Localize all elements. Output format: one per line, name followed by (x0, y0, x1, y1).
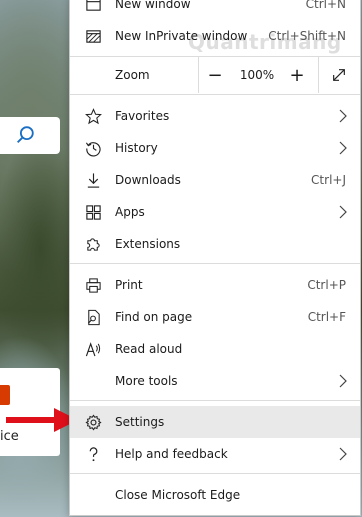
menu-item-label: Settings (115, 415, 165, 429)
menu-item-print[interactable]: Print Ctrl+P (70, 269, 360, 301)
menu-divider (70, 263, 360, 264)
inprivate-window-icon (84, 27, 102, 45)
menu-item-label: New InPrivate window (115, 29, 248, 43)
search-box[interactable] (0, 117, 60, 154)
zoom-out-button[interactable]: − (202, 57, 228, 93)
search-icon[interactable] (14, 124, 36, 146)
menu-item-zoom: Zoom − 100% + (70, 57, 360, 93)
menu-item-new-inprivate-window[interactable]: New InPrivate window Ctrl+Shift+N (70, 20, 360, 52)
question-icon (84, 445, 102, 463)
menu-item-label: History (115, 141, 158, 155)
zoom-label: Zoom (115, 68, 150, 82)
menu-item-new-window[interactable]: New window Ctrl+N (70, 0, 360, 20)
menu-item-favorites[interactable]: Favorites (70, 100, 360, 132)
menu-item-downloads[interactable]: Downloads Ctrl+J (70, 164, 360, 196)
menu-item-help-feedback[interactable]: Help and feedback (70, 438, 360, 470)
zoom-level-value: 100% (239, 68, 275, 82)
find-page-icon (84, 308, 102, 326)
menu-item-label: Find on page (115, 310, 193, 324)
shortcut-label: Ctrl+N (305, 0, 346, 11)
menu-item-label: Downloads (115, 173, 181, 187)
menu-item-label: Close Microsoft Edge (115, 488, 241, 502)
new-window-icon (84, 0, 102, 13)
zoom-divider (318, 57, 319, 93)
menu-item-find-on-page[interactable]: Find on page Ctrl+F (70, 301, 360, 333)
history-icon (84, 139, 102, 157)
fullscreen-icon (333, 69, 345, 81)
chevron-right-icon (339, 109, 347, 123)
chevron-right-icon (339, 374, 347, 388)
annotation-arrow-icon (6, 408, 78, 432)
star-icon (84, 107, 102, 125)
menu-item-label: Print (115, 278, 143, 292)
menu-item-history[interactable]: History (70, 132, 360, 164)
menu-item-label: Apps (115, 205, 145, 219)
shortcut-label: Ctrl+J (311, 173, 346, 187)
chevron-right-icon (339, 205, 347, 219)
menu-item-read-aloud[interactable]: Read aloud (70, 333, 360, 365)
menu-item-label: More tools (115, 374, 178, 388)
menu-item-settings[interactable]: Settings (70, 406, 360, 438)
gear-icon (84, 413, 102, 431)
menu-item-label: New window (115, 0, 191, 11)
menu-divider (70, 473, 360, 474)
menu-divider (70, 400, 360, 401)
menu-item-more-tools[interactable]: More tools (70, 365, 360, 397)
shortcut-label: Ctrl+P (307, 278, 346, 292)
menu-item-close-edge[interactable]: Close Microsoft Edge (70, 479, 360, 511)
fullscreen-button[interactable] (326, 57, 352, 93)
chevron-right-icon (339, 447, 347, 461)
chevron-right-icon (339, 141, 347, 155)
menu-item-label: Extensions (115, 237, 181, 251)
menu-item-label: Help and feedback (115, 447, 228, 461)
menu-divider (70, 94, 360, 95)
menu-item-label: Favorites (115, 109, 170, 123)
read-aloud-icon (84, 340, 102, 358)
shortcut-label: Ctrl+Shift+N (268, 29, 346, 43)
browser-settings-menu: Quantrimang New window Ctrl+N New InPriv… (69, 0, 361, 516)
puzzle-icon (84, 235, 102, 253)
menu-item-apps[interactable]: Apps (70, 196, 360, 228)
download-icon (84, 171, 102, 189)
apps-icon (84, 203, 102, 221)
menu-item-label: Read aloud (115, 342, 183, 356)
shortcut-label: Ctrl+F (307, 310, 346, 324)
menu-item-extensions[interactable]: Extensions (70, 228, 360, 260)
zoom-divider (198, 57, 199, 93)
printer-icon (84, 276, 102, 294)
zoom-in-button[interactable]: + (284, 57, 310, 93)
